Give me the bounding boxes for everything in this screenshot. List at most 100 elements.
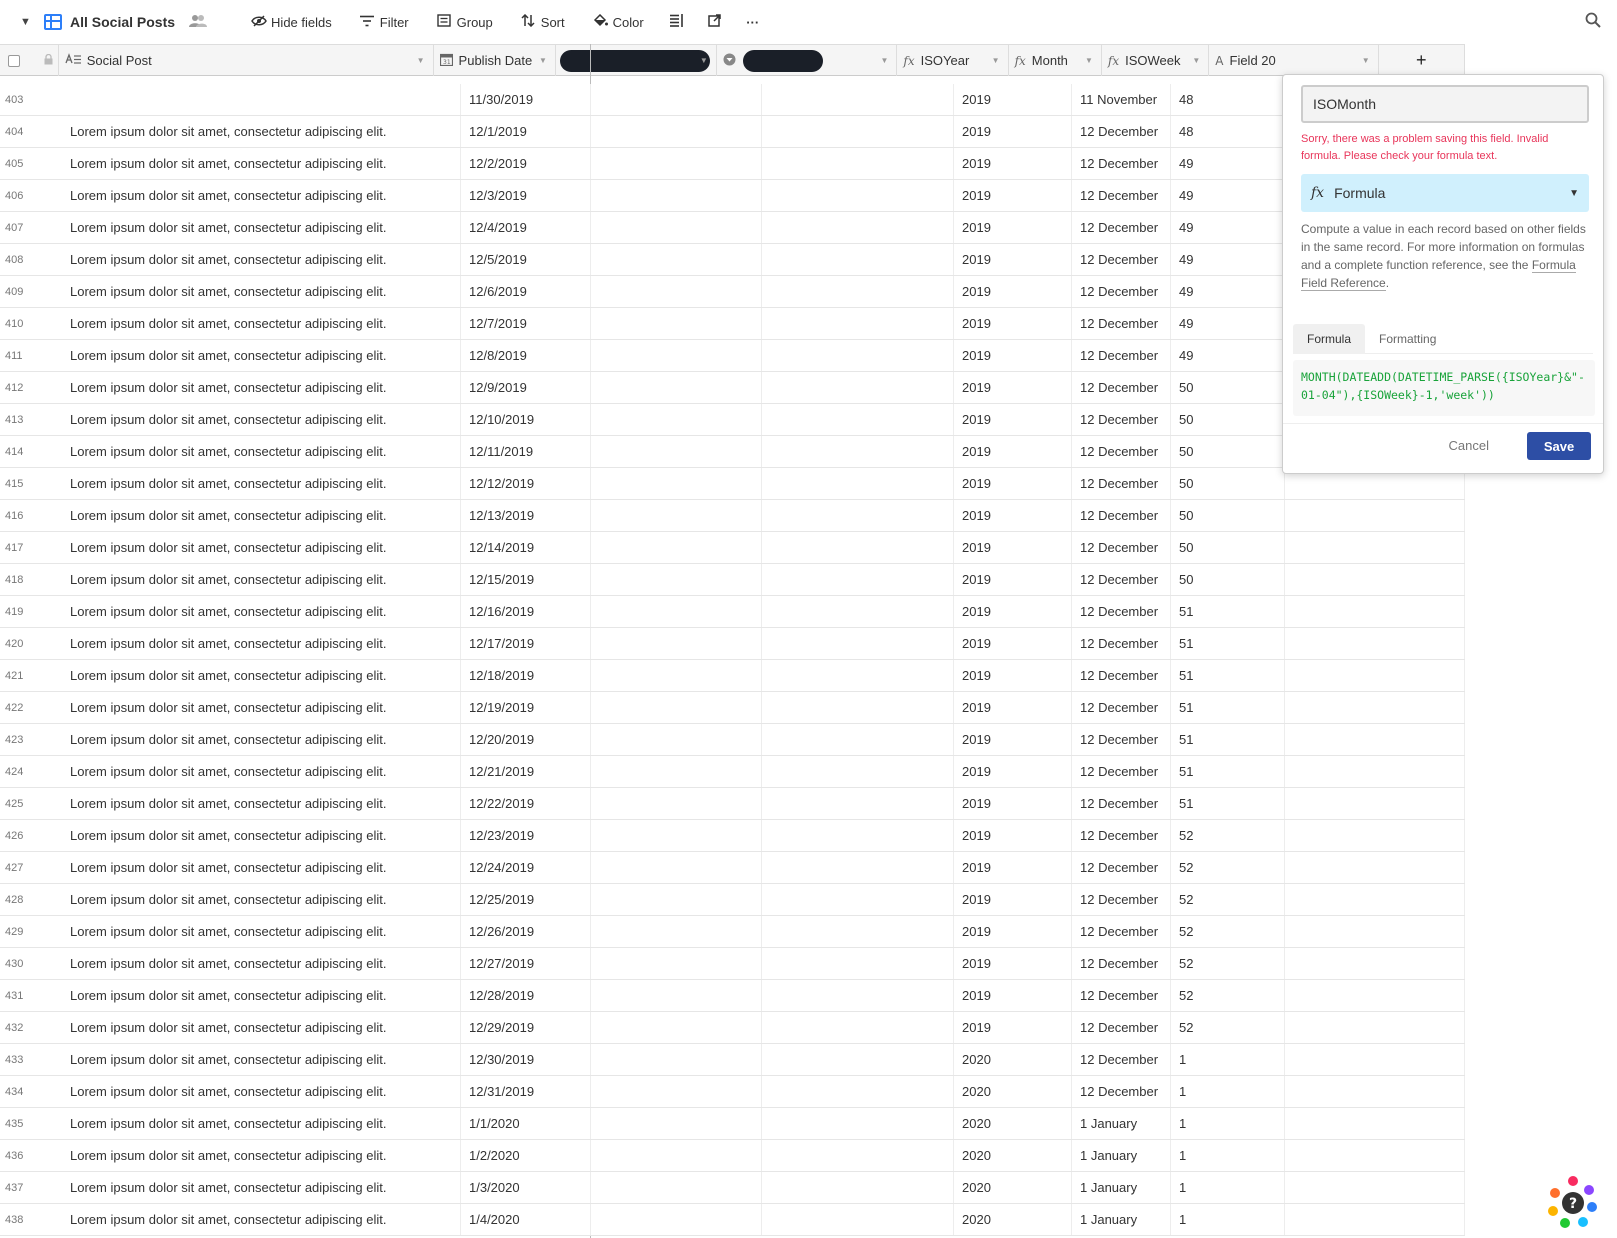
- cell-month[interactable]: 12 December: [1072, 916, 1171, 947]
- cell-isoweek[interactable]: 1: [1171, 1076, 1285, 1107]
- cell-social-post[interactable]: Lorem ipsum dolor sit amet, consectetur …: [62, 980, 461, 1011]
- cell-isoyear[interactable]: 2019: [954, 532, 1072, 563]
- cell-publish-date[interactable]: 12/16/2019: [461, 596, 591, 627]
- cell-isoyear[interactable]: 2019: [954, 852, 1072, 883]
- cell-publish-date[interactable]: 12/22/2019: [461, 788, 591, 819]
- cell-redacted-1[interactable]: [591, 468, 762, 499]
- cell-field-20[interactable]: [1285, 852, 1465, 883]
- column-menu-caret-icon[interactable]: ▼: [700, 56, 708, 65]
- formula-editor[interactable]: MONTH(DATEADD(DATETIME_PARSE({ISOYear}&"…: [1293, 360, 1595, 416]
- cell-redacted-2[interactable]: [762, 212, 954, 243]
- cell-social-post[interactable]: Lorem ipsum dolor sit amet, consectetur …: [62, 468, 461, 499]
- table-row[interactable]: 403 11/30/2019 2019 11 November 48: [0, 84, 1465, 116]
- cell-isoweek[interactable]: 1: [1171, 1204, 1285, 1235]
- cell-redacted-1[interactable]: [591, 756, 762, 787]
- add-field-button[interactable]: +: [1379, 45, 1465, 76]
- cell-redacted-2[interactable]: [762, 308, 954, 339]
- cell-social-post[interactable]: Lorem ipsum dolor sit amet, consectetur …: [62, 180, 461, 211]
- cell-social-post[interactable]: Lorem ipsum dolor sit amet, consectetur …: [62, 1172, 461, 1203]
- cell-publish-date[interactable]: 12/21/2019: [461, 756, 591, 787]
- table-row[interactable]: 427 Lorem ipsum dolor sit amet, consectet…: [0, 852, 1465, 884]
- table-row[interactable]: 410 Lorem ipsum dolor sit amet, consectet…: [0, 308, 1465, 340]
- cell-redacted-1[interactable]: [591, 948, 762, 979]
- table-row[interactable]: 420 Lorem ipsum dolor sit amet, consectet…: [0, 628, 1465, 660]
- group-button[interactable]: Group: [429, 10, 501, 34]
- sort-button[interactable]: Sort: [513, 10, 573, 34]
- cell-isoyear[interactable]: 2019: [954, 948, 1072, 979]
- cell-redacted-2[interactable]: [762, 852, 954, 883]
- cell-month[interactable]: 12 December: [1072, 148, 1171, 179]
- hide-fields-button[interactable]: Hide fields: [243, 11, 340, 34]
- cell-redacted-2[interactable]: [762, 244, 954, 275]
- cell-redacted-2[interactable]: [762, 116, 954, 147]
- table-row[interactable]: 437 Lorem ipsum dolor sit amet, consectet…: [0, 1172, 1465, 1204]
- field-name-input[interactable]: [1301, 85, 1589, 123]
- cell-social-post[interactable]: Lorem ipsum dolor sit amet, consectetur …: [62, 1204, 461, 1235]
- cell-isoweek[interactable]: 51: [1171, 724, 1285, 755]
- cell-publish-date[interactable]: 12/13/2019: [461, 500, 591, 531]
- cell-publish-date[interactable]: 12/2/2019: [461, 148, 591, 179]
- cell-isoyear[interactable]: 2019: [954, 148, 1072, 179]
- cell-redacted-1[interactable]: [591, 436, 762, 467]
- cell-month[interactable]: 12 December: [1072, 884, 1171, 915]
- cell-publish-date[interactable]: 12/24/2019: [461, 852, 591, 883]
- cell-isoyear[interactable]: 2019: [954, 436, 1072, 467]
- cell-month[interactable]: 12 December: [1072, 500, 1171, 531]
- cell-isoweek[interactable]: 51: [1171, 692, 1285, 723]
- cell-social-post[interactable]: Lorem ipsum dolor sit amet, consectetur …: [62, 756, 461, 787]
- table-row[interactable]: 430 Lorem ipsum dolor sit amet, consectet…: [0, 948, 1465, 980]
- share-view-button[interactable]: [700, 10, 730, 34]
- cell-isoweek[interactable]: 49: [1171, 308, 1285, 339]
- cell-isoyear[interactable]: 2019: [954, 372, 1072, 403]
- cell-publish-date[interactable]: 12/4/2019: [461, 212, 591, 243]
- cell-isoyear[interactable]: 2019: [954, 340, 1072, 371]
- cell-isoweek[interactable]: 1: [1171, 1172, 1285, 1203]
- cell-month[interactable]: 12 December: [1072, 1044, 1171, 1075]
- cell-publish-date[interactable]: 12/15/2019: [461, 564, 591, 595]
- table-row[interactable]: 414 Lorem ipsum dolor sit amet, consectet…: [0, 436, 1465, 468]
- cell-redacted-1[interactable]: [591, 692, 762, 723]
- cell-isoyear[interactable]: 2020: [954, 1172, 1072, 1203]
- cell-social-post[interactable]: Lorem ipsum dolor sit amet, consectetur …: [62, 916, 461, 947]
- cell-social-post[interactable]: Lorem ipsum dolor sit amet, consectetur …: [62, 1012, 461, 1043]
- cell-redacted-2[interactable]: [762, 148, 954, 179]
- cell-redacted-2[interactable]: [762, 180, 954, 211]
- table-row[interactable]: 406 Lorem ipsum dolor sit amet, consectet…: [0, 180, 1465, 212]
- cell-isoyear[interactable]: 2019: [954, 308, 1072, 339]
- cell-month[interactable]: 12 December: [1072, 820, 1171, 851]
- cell-isoyear[interactable]: 2020: [954, 1076, 1072, 1107]
- cell-field-20[interactable]: [1285, 1172, 1465, 1203]
- cell-redacted-1[interactable]: [591, 788, 762, 819]
- cell-publish-date[interactable]: 1/1/2020: [461, 1108, 591, 1139]
- cell-publish-date[interactable]: 12/14/2019: [461, 532, 591, 563]
- cell-isoyear[interactable]: 2019: [954, 212, 1072, 243]
- cell-redacted-2[interactable]: [762, 980, 954, 1011]
- cell-month[interactable]: 12 December: [1072, 564, 1171, 595]
- cell-month[interactable]: 12 December: [1072, 180, 1171, 211]
- column-header-isoweek[interactable]: fx ISOWeek ▼: [1102, 45, 1210, 76]
- table-row[interactable]: 412 Lorem ipsum dolor sit amet, consectet…: [0, 372, 1465, 404]
- cell-month[interactable]: 12 December: [1072, 436, 1171, 467]
- cell-isoyear[interactable]: 2020: [954, 1044, 1072, 1075]
- cell-isoyear[interactable]: 2019: [954, 788, 1072, 819]
- cell-redacted-1[interactable]: [591, 212, 762, 243]
- tab-formatting[interactable]: Formatting: [1365, 324, 1450, 354]
- table-row[interactable]: 404 Lorem ipsum dolor sit amet, consectet…: [0, 116, 1465, 148]
- cell-redacted-2[interactable]: [762, 1044, 954, 1075]
- table-row[interactable]: 428 Lorem ipsum dolor sit amet, consectet…: [0, 884, 1465, 916]
- cell-social-post[interactable]: Lorem ipsum dolor sit amet, consectetur …: [62, 564, 461, 595]
- cell-social-post[interactable]: Lorem ipsum dolor sit amet, consectetur …: [62, 148, 461, 179]
- cell-redacted-1[interactable]: [591, 1108, 762, 1139]
- cell-isoyear[interactable]: 2019: [954, 564, 1072, 595]
- cell-publish-date[interactable]: 1/3/2020: [461, 1172, 591, 1203]
- view-name[interactable]: All Social Posts: [70, 14, 175, 30]
- cell-redacted-1[interactable]: [591, 116, 762, 147]
- cell-redacted-2[interactable]: [762, 1076, 954, 1107]
- cell-month[interactable]: 12 December: [1072, 980, 1171, 1011]
- filter-button[interactable]: Filter: [352, 11, 417, 34]
- cell-social-post[interactable]: Lorem ipsum dolor sit amet, consectetur …: [62, 500, 461, 531]
- cell-month[interactable]: 12 December: [1072, 852, 1171, 883]
- cell-isoweek[interactable]: 51: [1171, 660, 1285, 691]
- table-row[interactable]: 424 Lorem ipsum dolor sit amet, consectet…: [0, 756, 1465, 788]
- table-row[interactable]: 415 Lorem ipsum dolor sit amet, consectet…: [0, 468, 1465, 500]
